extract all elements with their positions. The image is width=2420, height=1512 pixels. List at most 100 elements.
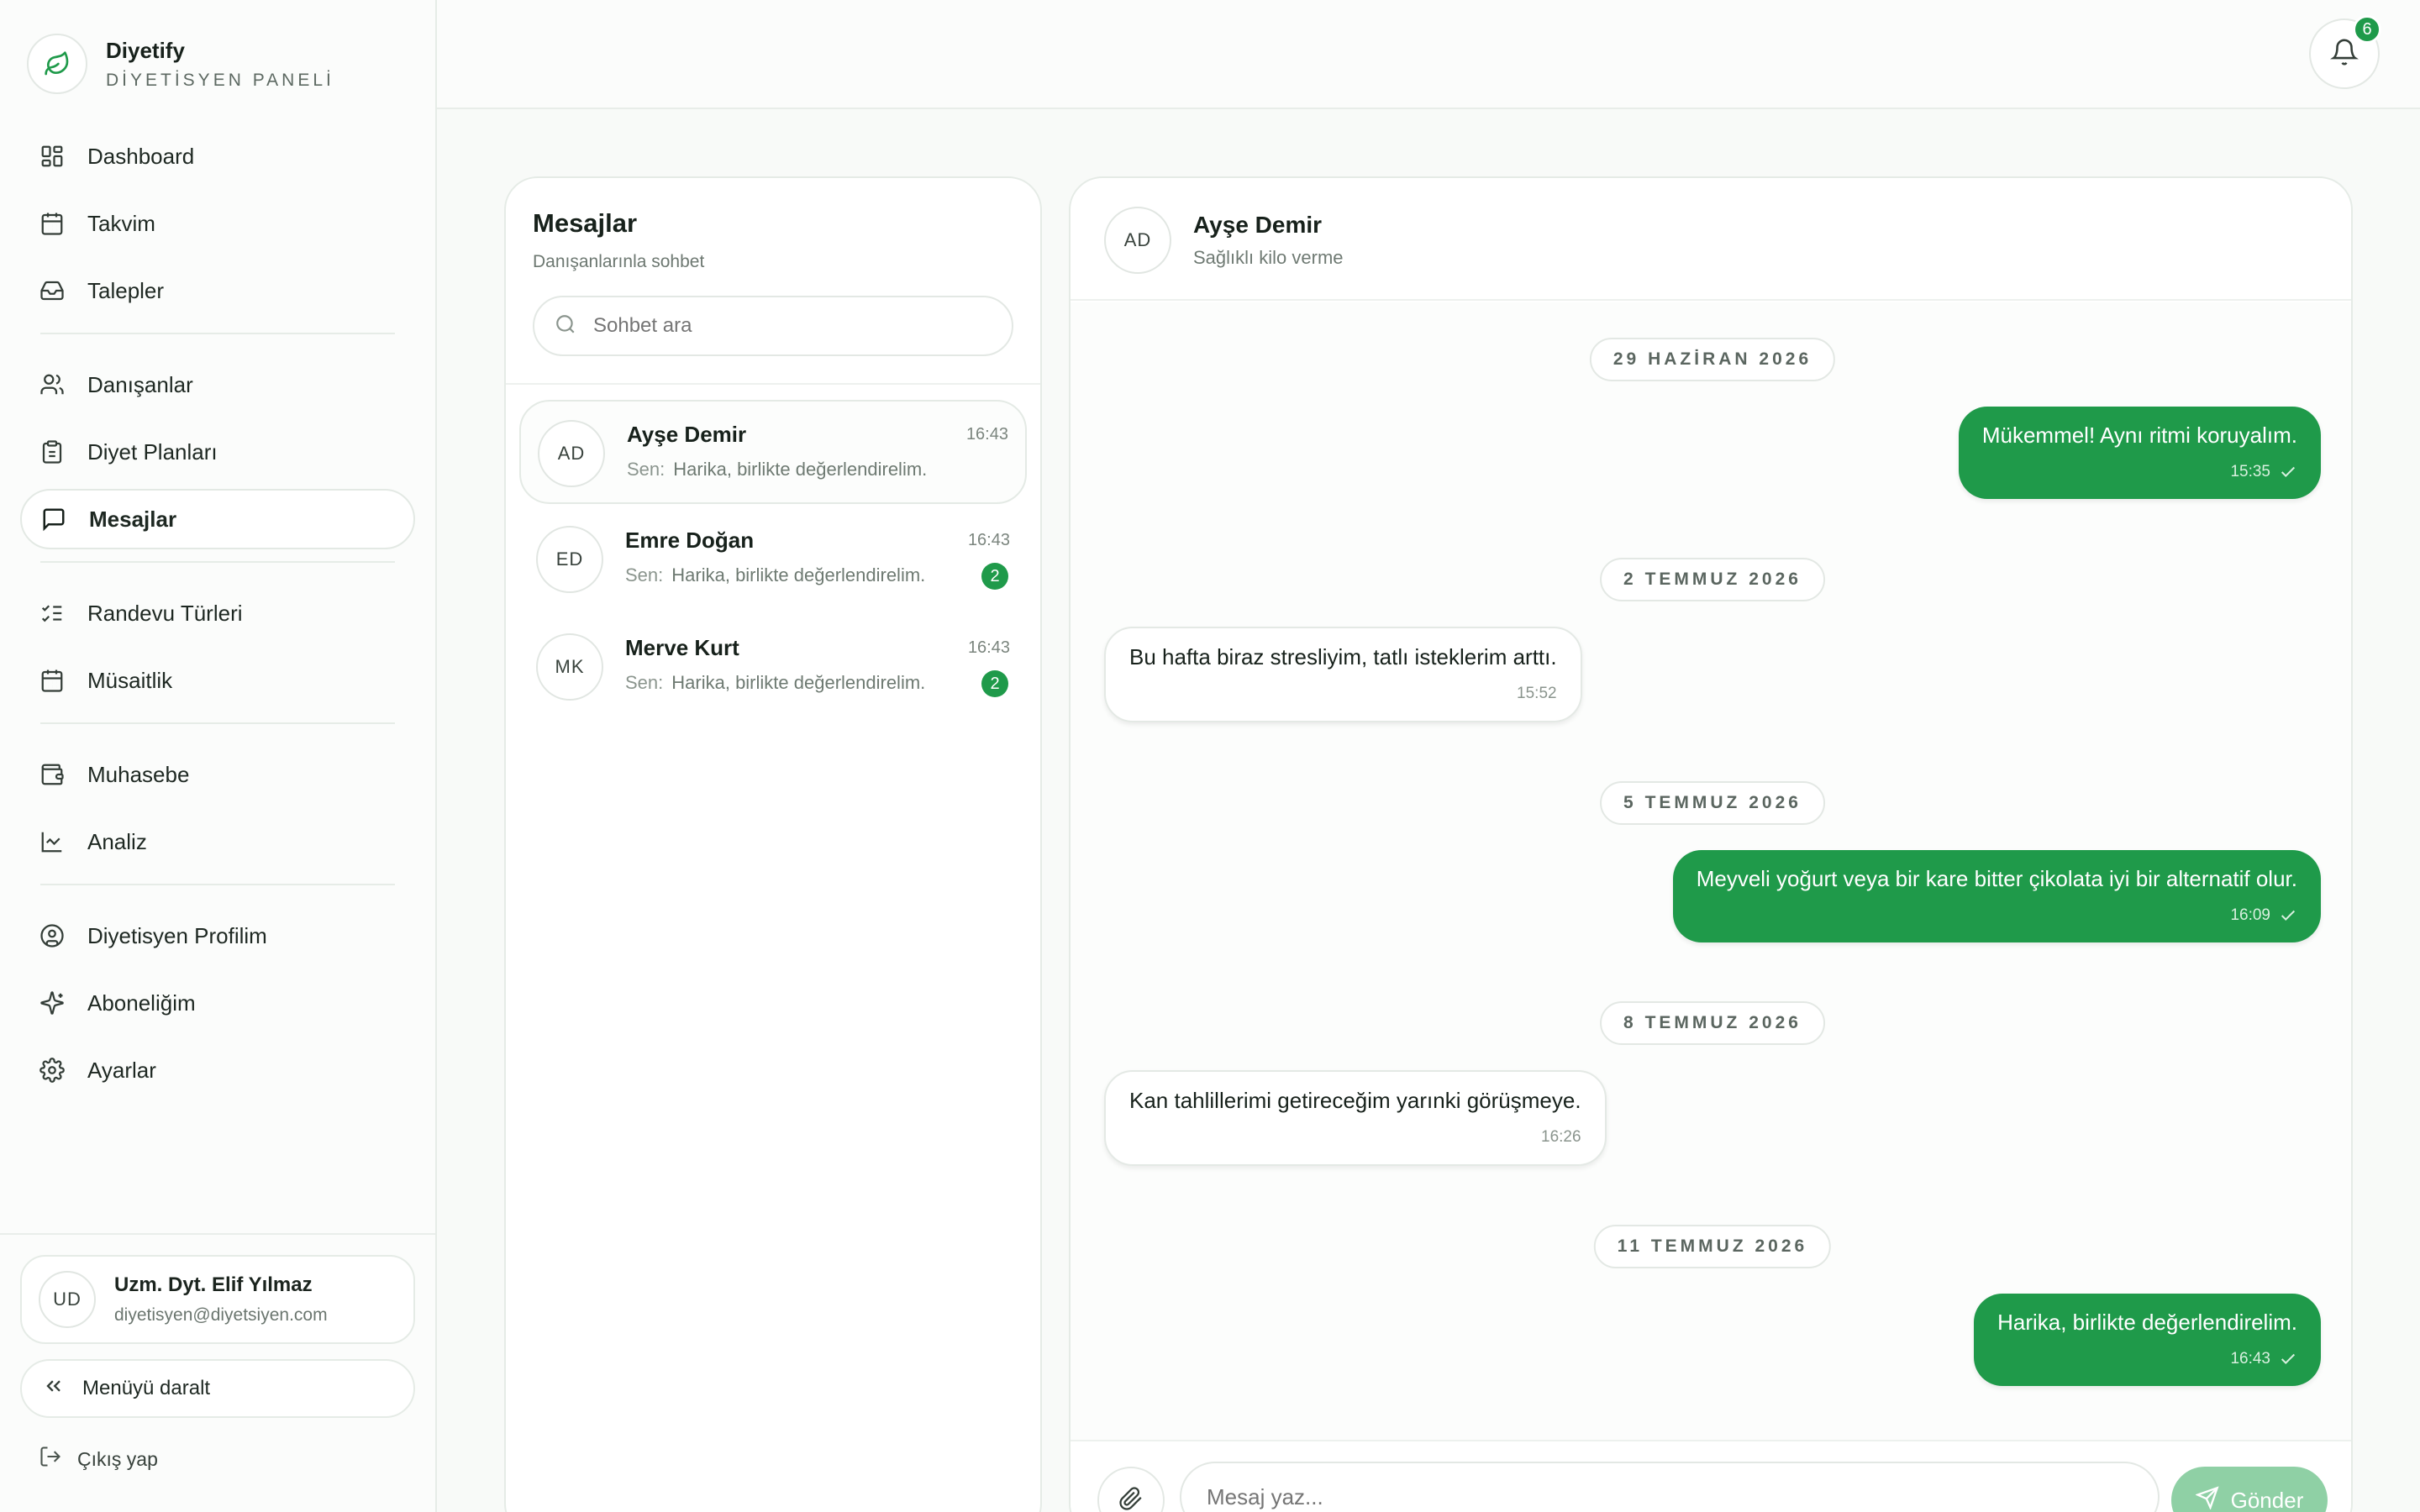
send-icon [2194,1485,2219,1512]
app-root: Diyetify DİYETİSYEN PANELİ Dashboard Tak… [0,0,2420,1512]
chat-contact-goal: Sağlıklı kilo verme [1193,247,1344,268]
check-icon [2279,906,2297,925]
check-icon [2279,463,2297,481]
user-profile-card[interactable]: UD Uzm. Dyt. Elif Yılmaz diyetisyen@diye… [20,1255,415,1344]
message-time: 16:26 [1541,1128,1581,1146]
search-input[interactable] [593,314,980,338]
send-label: Gönder [2230,1487,2304,1512]
clipboard-icon [39,438,66,465]
message-bubble-incoming: Kan tahlillerimi getireceğim yarınki gör… [1104,1070,1607,1166]
conversation-time: 16:43 [967,531,1010,549]
avatar: ED [536,526,603,593]
notification-count-badge: 6 [2353,15,2381,44]
brand-name: Diyetify [106,37,185,63]
conversation-list: AD Ayşe Demir 16:43 Sen: Harika, birlikte… [506,385,1040,738]
collapse-menu-button[interactable]: Menüyü daralt [20,1359,415,1418]
sidebar-item-calendar[interactable]: Takvim [20,193,415,254]
avatar: AD [1104,207,1171,274]
dashboard-icon [39,143,66,170]
message-text: Mükemmel! Aynı ritmi koruyalım. [1981,423,2297,448]
panel-subtitle: Danışanlarınla sohbet [533,252,705,271]
message-time: 15:35 [2230,463,2270,480]
brand[interactable]: Diyetify DİYETİSYEN PANELİ [27,34,334,94]
list-checks-icon [39,600,66,627]
message-text: Kan tahlillerimi getireceğim yarınki gör… [1129,1088,1581,1113]
bell-icon [2330,38,2359,71]
user-email: diyetisyen@diyetsiyen.com [114,1305,328,1325]
message-square-icon [40,506,67,533]
sidebar-item-requests[interactable]: Talepler [20,260,415,321]
sidebar-item-subscription[interactable]: Aboneliğim [20,973,415,1033]
conversation-item-ayse-demir[interactable]: AD Ayşe Demir 16:43 Sen: Harika, birlikte… [519,400,1027,504]
notifications-button[interactable]: 6 [2309,15,2381,89]
message-input[interactable] [1180,1462,2160,1512]
sender-prefix: Sen: [627,459,666,480]
line-chart-icon [39,828,66,855]
conversation-time: 16:43 [965,425,1008,444]
sidebar-item-settings[interactable]: Ayarlar [20,1040,415,1100]
sidebar-item-label: Muhasebe [87,761,190,787]
sidebar-item-label: Talepler [87,277,165,303]
sidebar-item-profile[interactable]: Diyetisyen Profilim [20,906,415,966]
send-button[interactable]: Gönder [2171,1467,2328,1512]
sidebar-item-appointment-types[interactable]: Randevu Türleri [20,583,415,643]
sidebar: Diyetify DİYETİSYEN PANELİ Dashboard Tak… [0,0,437,1512]
users-icon [39,371,66,398]
date-separator: 11 TEMMUZ 2026 [1593,1225,1832,1268]
check-icon [2279,1350,2297,1368]
avatar: UD [39,1271,96,1328]
sidebar-item-analysis[interactable]: Analiz [20,811,415,872]
wallet-icon [39,761,66,788]
sidebar-item-diet-plans[interactable]: Diyet Planları [20,422,415,482]
conversation-name: Merve Kurt [625,635,739,660]
message-time: 15:52 [1517,685,1557,702]
sidebar-item-label: Ayarlar [87,1057,156,1083]
sidebar-item-clients[interactable]: Danışanlar [20,354,415,415]
attach-button[interactable] [1097,1467,1165,1512]
conversation-item-merve-kurt[interactable]: MK Merve Kurt 16:43 Sen: Harika, birlikte… [519,615,1027,719]
message-text: Meyveli yoğurt veya bir kare bitter çiko… [1696,866,2297,891]
brand-subtitle: DİYETİSYEN PANELİ [106,70,334,90]
sidebar-nav: Dashboard Takvim Talepler Danışanlar Diy… [20,126,415,1107]
sidebar-item-label: Dashboard [87,143,195,169]
message-time: 16:09 [2230,906,2270,924]
topbar: 6 [437,0,2420,109]
conversation-search[interactable] [533,296,1013,356]
chat-panel: AD Ayşe Demir Sağlıklı kilo verme 29 HAZ… [1069,176,2353,1512]
avatar: MK [536,633,603,701]
message-bubble-outgoing: Mükemmel! Aynı ritmi koruyalım. 15:35 [1958,407,2321,499]
sidebar-item-availability[interactable]: Müsaitlik [20,650,415,711]
chat-contact-name: Ayşe Demir [1193,212,1323,238]
avatar: AD [538,420,605,487]
sidebar-item-messages[interactable]: Mesajlar [20,489,415,549]
message-bubble-outgoing: Meyveli yoğurt veya bir kare bitter çiko… [1672,850,2321,942]
sidebar-item-label: Randevu Türleri [87,600,243,626]
conversation-preview: Sen: Harika, birlikte değerlendirelim. [625,564,925,586]
preview-text: Harika, birlikte değerlendirelim. [671,672,926,693]
sidebar-item-accounting[interactable]: Muhasebe [20,744,415,805]
nav-divider [40,333,395,334]
chat-header: AD Ayşe Demir Sağlıklı kilo verme [1071,178,2351,301]
conversation-item-emre-dogan[interactable]: ED Emre Doğan 16:43 Sen: Harika, birlikte… [519,507,1027,612]
preview-text: Harika, birlikte değerlendirelim. [671,564,926,585]
sidebar-item-label: Müsaitlik [87,667,173,693]
panel-title: Mesajlar [533,208,638,238]
sidebar-item-dashboard[interactable]: Dashboard [20,126,415,186]
leaf-icon [27,34,87,94]
chevrons-left-icon [42,1374,66,1404]
logout-link[interactable]: Çıkış yap [39,1445,158,1473]
user-name: Uzm. Dyt. Elif Yılmaz [114,1273,313,1296]
sidebar-item-label: Analiz [87,828,147,854]
date-separator: 8 TEMMUZ 2026 [1600,1001,1825,1045]
preview-text: Harika, birlikte değerlendirelim. [673,459,928,480]
user-circle-icon [39,922,66,949]
sidebar-item-label: Mesajlar [89,506,177,532]
date-separator: 29 HAZİRAN 2026 [1589,338,1836,381]
conversation-name: Emre Doğan [625,528,755,553]
nav-divider [40,722,395,724]
sender-prefix: Sen: [625,672,664,693]
sender-prefix: Sen: [625,564,664,585]
date-separator: 5 TEMMUZ 2026 [1600,781,1825,825]
collapse-label: Menüyü daralt [82,1377,211,1399]
gear-icon [39,1057,66,1084]
